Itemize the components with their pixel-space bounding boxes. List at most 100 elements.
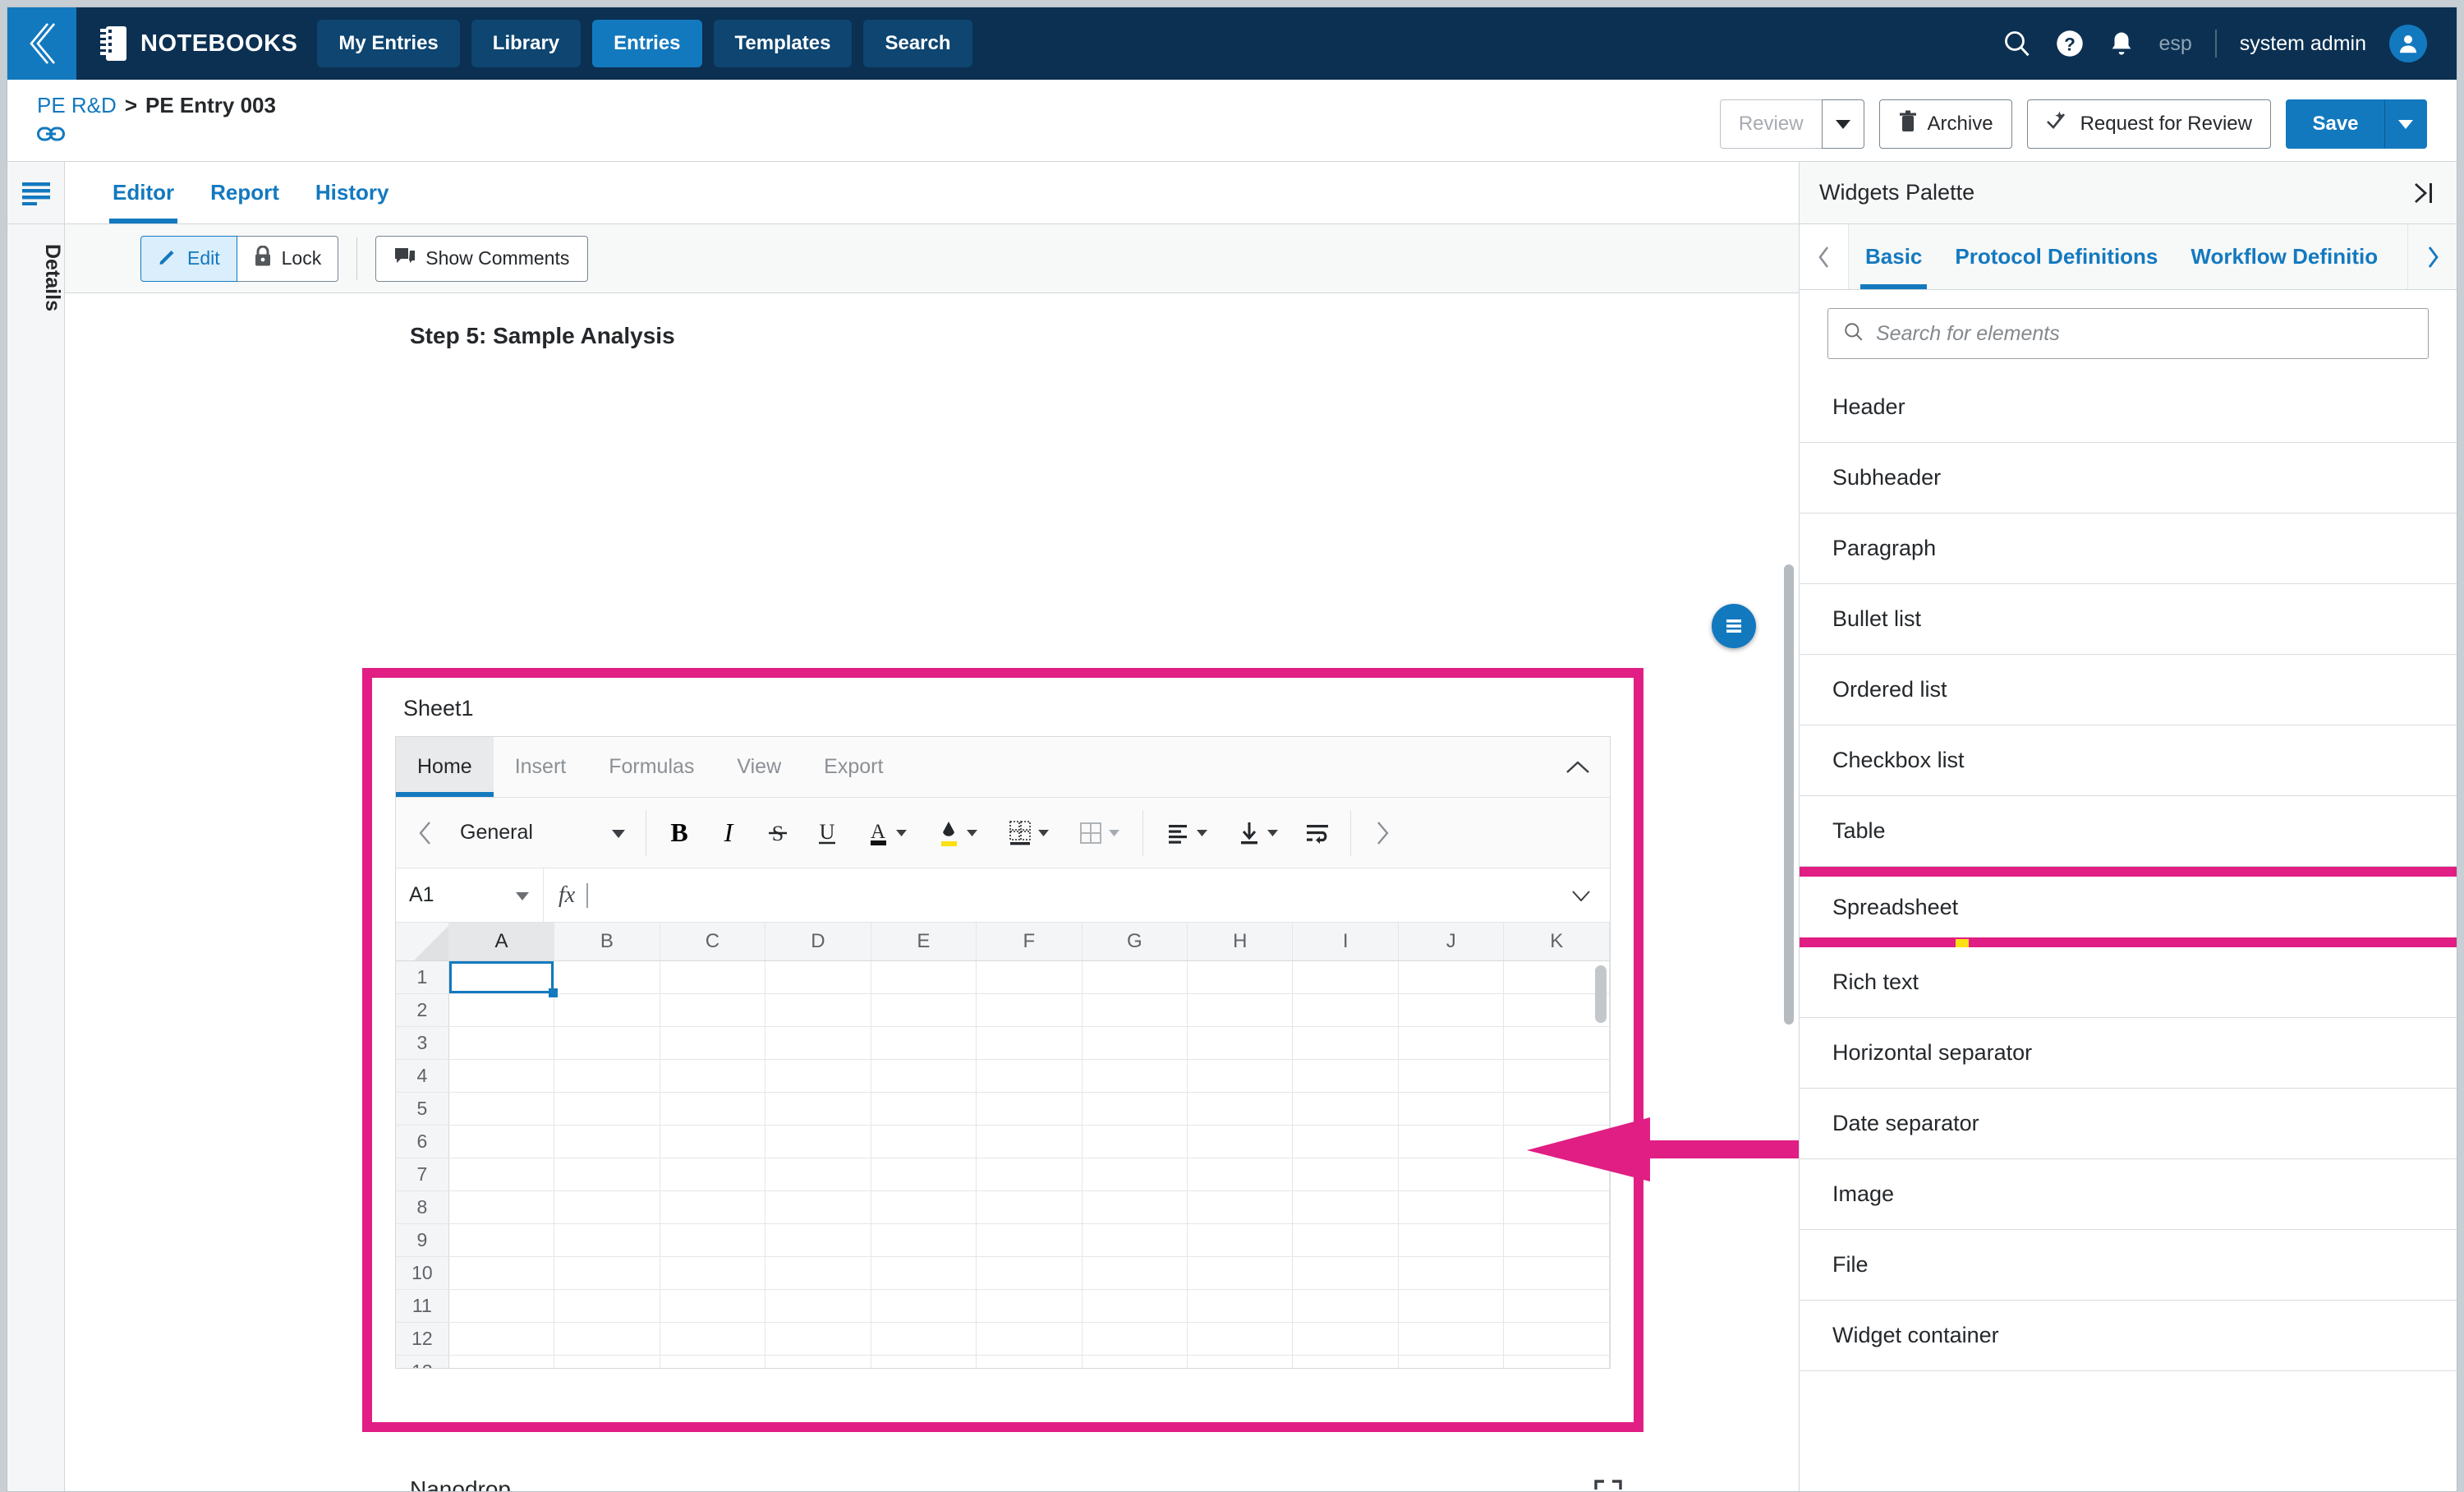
grid-cell-B3[interactable] [554, 1026, 660, 1060]
grid-cell-K10[interactable] [1503, 1256, 1610, 1290]
column-header-D[interactable]: D [765, 923, 871, 961]
grid-cell-G4[interactable] [1082, 1059, 1188, 1093]
lock-button[interactable]: Lock [237, 235, 339, 282]
widget-options-button[interactable] [1712, 604, 1756, 648]
grid-cell-H2[interactable] [1187, 993, 1294, 1027]
font-color-icon[interactable]: A [852, 808, 922, 858]
palette-item-ordered-list[interactable]: Ordered list [1800, 655, 2457, 725]
review-dropdown-chevron-down-icon[interactable] [1821, 99, 1864, 149]
grid-cell-C4[interactable] [660, 1059, 766, 1093]
grid-cell-H8[interactable] [1187, 1190, 1294, 1224]
palette-item-checkbox-list[interactable]: Checkbox list [1800, 725, 2457, 796]
row-header-5[interactable]: 5 [396, 1092, 449, 1126]
details-label[interactable]: Details [7, 224, 64, 311]
palette-item-paragraph[interactable]: Paragraph [1800, 513, 2457, 584]
grid-cell-H7[interactable] [1187, 1158, 1294, 1191]
grid-cell-K7[interactable] [1503, 1158, 1610, 1191]
grid-cell-D10[interactable] [765, 1256, 871, 1290]
save-split-button[interactable]: Save [2286, 99, 2427, 149]
grid-cell-E8[interactable] [871, 1190, 977, 1224]
grid-cell-A10[interactable] [448, 1256, 555, 1290]
grid-cell-F12[interactable] [976, 1322, 1083, 1356]
collapse-right-icon[interactable] [2411, 181, 2437, 205]
grid-cell-J13[interactable] [1398, 1355, 1505, 1368]
grid-cell-B12[interactable] [554, 1322, 660, 1356]
grid-cell-D6[interactable] [765, 1125, 871, 1158]
nav-library[interactable]: Library [471, 20, 582, 67]
tab-editor[interactable]: Editor [94, 162, 192, 223]
grid-cell-J2[interactable] [1398, 993, 1505, 1027]
grid-cell-C11[interactable] [660, 1289, 766, 1323]
grid-cell-B4[interactable] [554, 1059, 660, 1093]
grid-cell-J10[interactable] [1398, 1256, 1505, 1290]
palette-tab-workflow-definitions[interactable]: Workflow Definitio [2174, 224, 2394, 289]
grid-cell-C5[interactable] [660, 1092, 766, 1126]
grid-cell-B13[interactable] [554, 1355, 660, 1368]
formula-input[interactable]: fx [544, 868, 1610, 922]
column-header-C[interactable]: C [660, 923, 766, 961]
grid-cell-H10[interactable] [1187, 1256, 1294, 1290]
grid-cell-K13[interactable] [1503, 1355, 1610, 1368]
user-avatar-icon[interactable] [2389, 25, 2427, 62]
grid-cell-C7[interactable] [660, 1158, 766, 1191]
palette-item-date-separator[interactable]: Date separator [1800, 1089, 2457, 1159]
grid-cell-I3[interactable] [1292, 1026, 1399, 1060]
grid-cell-J5[interactable] [1398, 1092, 1505, 1126]
document-scrollbar[interactable] [1784, 564, 1794, 1025]
underline-icon[interactable]: U [802, 808, 852, 858]
grid-cell-E10[interactable] [871, 1256, 977, 1290]
grid-cell-E5[interactable] [871, 1092, 977, 1126]
tab-history[interactable]: History [297, 162, 407, 223]
cell-name-box[interactable]: A1 [396, 868, 544, 922]
tab-report[interactable]: Report [192, 162, 297, 223]
grid-cell-C8[interactable] [660, 1190, 766, 1224]
grid-cell-J9[interactable] [1398, 1223, 1505, 1257]
grid-cell-D1[interactable] [765, 960, 871, 994]
grid-cell-G3[interactable] [1082, 1026, 1188, 1060]
grid-cell-I11[interactable] [1292, 1289, 1399, 1323]
strikethrough-icon[interactable]: S [753, 808, 802, 858]
nav-templates[interactable]: Templates [713, 20, 853, 67]
row-header-10[interactable]: 10 [396, 1256, 449, 1290]
row-header-4[interactable]: 4 [396, 1059, 449, 1093]
search-input[interactable] [1876, 321, 2413, 346]
nav-entries[interactable]: Entries [592, 20, 702, 67]
palette-item-image[interactable]: Image [1800, 1159, 2457, 1230]
grid-vertical-scrollbar[interactable] [1595, 965, 1607, 1023]
palette-item-file[interactable]: File [1800, 1230, 2457, 1301]
grid-cell-A13[interactable] [448, 1355, 555, 1368]
column-header-E[interactable]: E [871, 923, 977, 961]
grid-cell-A6[interactable] [448, 1125, 555, 1158]
grid-cell-I8[interactable] [1292, 1190, 1399, 1224]
row-header-11[interactable]: 11 [396, 1289, 449, 1323]
merge-cells-icon[interactable] [993, 808, 1064, 858]
column-header-I[interactable]: I [1292, 923, 1399, 961]
grid-cell-K6[interactable] [1503, 1125, 1610, 1158]
grid-cell-D9[interactable] [765, 1223, 871, 1257]
grid-cell-F3[interactable] [976, 1026, 1083, 1060]
grid-cell-D12[interactable] [765, 1322, 871, 1356]
grid-cell-A1[interactable] [448, 960, 559, 997]
grid-cell-B6[interactable] [554, 1125, 660, 1158]
column-header-A[interactable]: A [448, 923, 555, 961]
grid-cell-A5[interactable] [448, 1092, 555, 1126]
review-split-button[interactable]: Review [1719, 99, 1864, 149]
grid-cell-H13[interactable] [1187, 1355, 1294, 1368]
grid-cell-F4[interactable] [976, 1059, 1083, 1093]
grid-cell-E9[interactable] [871, 1223, 977, 1257]
grid-cell-C1[interactable] [660, 960, 766, 994]
row-header-9[interactable]: 9 [396, 1223, 449, 1257]
row-header-7[interactable]: 7 [396, 1158, 449, 1191]
grid-cell-I6[interactable] [1292, 1125, 1399, 1158]
grid-cell-D3[interactable] [765, 1026, 871, 1060]
grid-cell-G9[interactable] [1082, 1223, 1188, 1257]
ribbon-tab-export[interactable]: Export [802, 737, 904, 797]
borders-icon[interactable] [1064, 808, 1134, 858]
column-header-G[interactable]: G [1082, 923, 1188, 961]
grid-cell-I10[interactable] [1292, 1256, 1399, 1290]
grid-table[interactable]: ABCDEFGHIJK12345678910111213 [396, 923, 1610, 1368]
grid-cell-B5[interactable] [554, 1092, 660, 1126]
grid-cell-J4[interactable] [1398, 1059, 1505, 1093]
grid-cell-F1[interactable] [976, 960, 1083, 994]
show-comments-button[interactable]: Show Comments [375, 235, 589, 282]
